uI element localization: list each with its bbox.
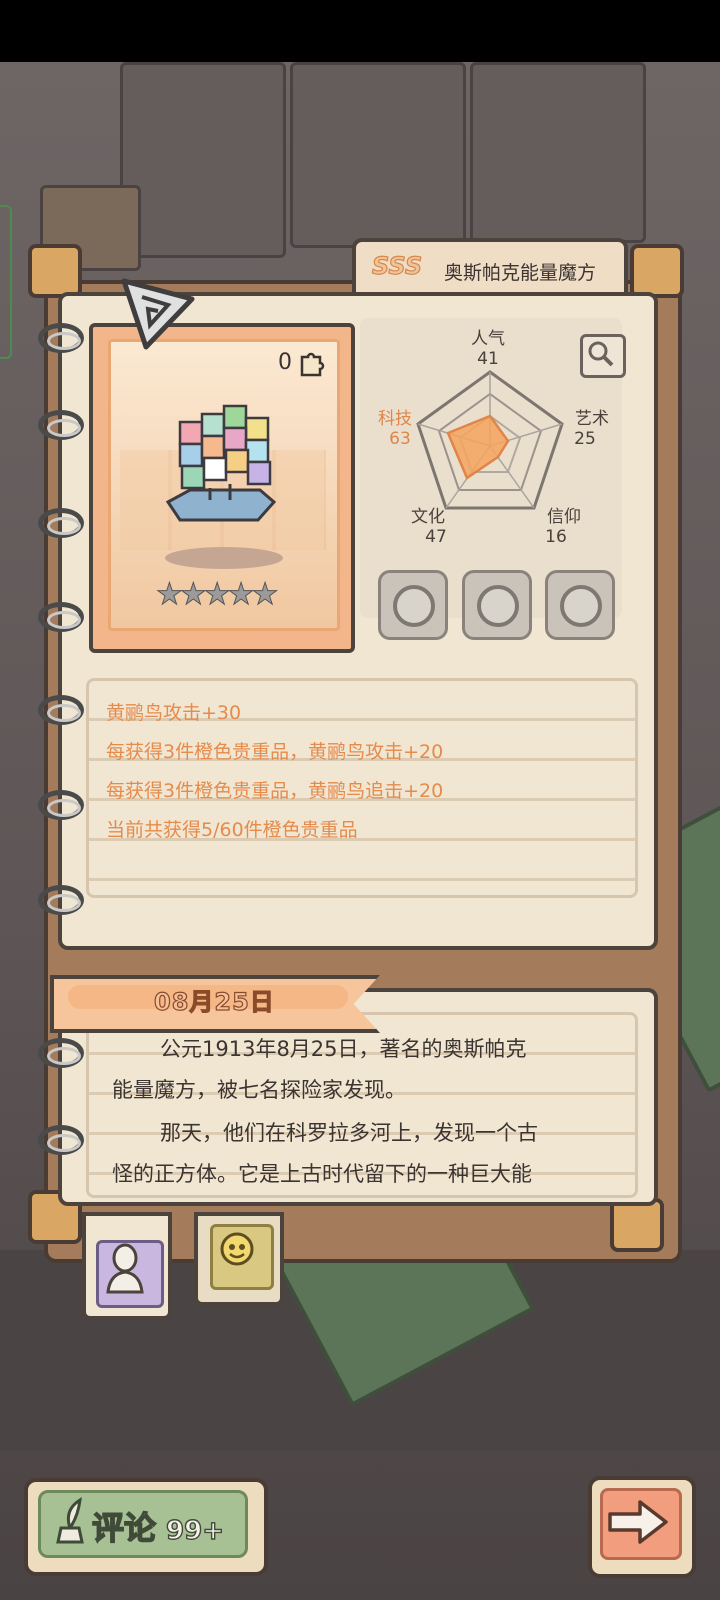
story-line: 那天，他们在科罗拉多河上，发现一个古	[160, 1121, 538, 1145]
binder-ring	[38, 790, 84, 820]
wall-panel	[290, 62, 466, 248]
notebook-corner	[630, 244, 684, 298]
binder-ring	[38, 1125, 84, 1155]
item-shadow	[165, 547, 283, 569]
stat-faith-value: 16	[545, 527, 567, 547]
stat-tech-value: 63	[389, 429, 411, 449]
story-line: 怪的正方体。它是上古时代留下的一种巨大能	[112, 1162, 532, 1186]
notebook-corner	[28, 244, 82, 298]
stats-radar-chart	[416, 370, 564, 510]
binder-ring	[38, 410, 84, 440]
effect-line: 每获得3件橙色贵重品，黄鹂鸟追击+20	[106, 780, 444, 802]
stat-popularity-label: 人气	[471, 329, 505, 349]
item-name: 奥斯帕克能量魔方	[444, 262, 597, 284]
star-rating: ★★★★★	[155, 577, 279, 613]
sun-face-icon	[220, 1232, 254, 1266]
stat-tech-label: 科技	[378, 409, 412, 429]
effect-line: 每获得3件橙色贵重品，黄鹂鸟攻击+20	[106, 741, 444, 763]
binder-ring	[38, 885, 84, 915]
magnify-icon	[588, 341, 614, 367]
stat-popularity-value: 41	[477, 349, 499, 369]
binder-ring	[38, 508, 84, 538]
notebook-corner	[610, 1198, 664, 1252]
story-line: 公元1913年8月25日，著名的奥斯帕克	[160, 1037, 527, 1061]
compass-medal-icon[interactable]	[545, 570, 615, 640]
owned-count: 0	[278, 350, 292, 375]
stat-art-value: 25	[574, 429, 596, 449]
rank-badge: SSS	[371, 251, 423, 280]
story-line: 能量魔方，被七名探险家发现。	[112, 1078, 406, 1102]
binder-ring	[38, 695, 84, 725]
quill-ink-icon	[56, 1497, 84, 1544]
compass-medal-icon[interactable]	[378, 570, 448, 640]
arrow-right-icon	[608, 1500, 668, 1544]
wall-panel	[120, 62, 286, 258]
spiral-triangle-icon	[121, 278, 195, 350]
binder-ring	[38, 602, 84, 632]
wall-panel	[470, 62, 646, 243]
binder-ring	[38, 1038, 84, 1068]
effect-line: 当前共获得5/60件橙色贵重品	[106, 819, 358, 841]
comment-label: 评论 99+	[91, 1508, 224, 1547]
energy-cube-icon	[165, 404, 277, 522]
bust-statue-icon	[106, 1243, 144, 1294]
binder-ring	[38, 323, 84, 353]
side-drawer-handle[interactable]	[0, 205, 12, 359]
status-bar	[0, 0, 720, 62]
compass-medal-icon[interactable]	[462, 570, 532, 640]
stat-culture-label: 文化	[411, 507, 445, 527]
story-date: 08月25日	[153, 987, 275, 1016]
stat-culture-value: 47	[425, 527, 447, 547]
puzzle-piece-icon	[300, 352, 325, 377]
stat-art-label: 艺术	[575, 409, 609, 429]
effect-line: 黄鹂鸟攻击+30	[106, 702, 242, 724]
stat-faith-label: 信仰	[547, 507, 581, 527]
